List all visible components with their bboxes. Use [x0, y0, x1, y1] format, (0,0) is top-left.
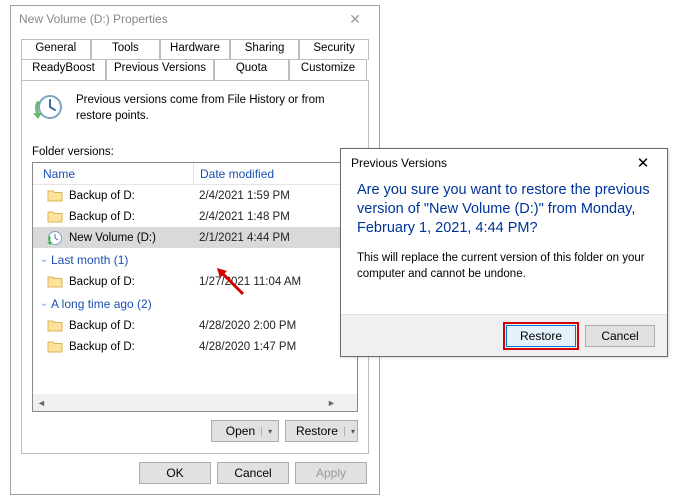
tab-security[interactable]: Security — [299, 39, 369, 60]
folder-versions-label: Folder versions: — [22, 128, 368, 162]
drive-history-icon — [47, 230, 63, 246]
folder-icon — [47, 318, 63, 334]
folder-icon — [47, 339, 63, 355]
confirm-dialog: Previous Versions ✕ Are you sure you wan… — [340, 148, 668, 357]
row-name: Backup of D: — [69, 320, 199, 332]
tab-content: Previous versions come from File History… — [21, 80, 369, 454]
tab-hardware[interactable]: Hardware — [160, 39, 230, 60]
column-name[interactable]: Name — [43, 167, 193, 181]
tab-readyboost[interactable]: ReadyBoost — [21, 59, 106, 80]
version-row[interactable]: Backup of D:2/4/2021 1:59 PM — [33, 185, 357, 206]
dialog-cancel-button[interactable]: Cancel — [585, 325, 655, 347]
group-header[interactable]: ⌄Last month (1) — [33, 248, 357, 271]
history-clock-icon — [32, 91, 64, 123]
open-button[interactable]: Open▾ — [211, 420, 279, 442]
close-icon[interactable]: ✕ — [335, 7, 375, 31]
tab-customize[interactable]: Customize — [289, 59, 367, 80]
row-name: Backup of D: — [69, 341, 199, 353]
row-date: 1/27/2021 11:04 AM — [199, 276, 301, 288]
dialog-main-text: Are you sure you want to restore the pre… — [357, 181, 653, 238]
tab-quota[interactable]: Quota — [214, 59, 289, 80]
version-row[interactable]: Backup of D:4/28/2020 1:47 PM — [33, 336, 357, 357]
dropdown-icon[interactable]: ▾ — [344, 427, 355, 436]
dialog-titlebar[interactable]: Previous Versions ✕ — [341, 149, 667, 177]
tab-tools[interactable]: Tools — [91, 39, 161, 60]
apply-button[interactable]: Apply — [295, 462, 367, 484]
row-name: Backup of D: — [69, 190, 199, 202]
window-title: New Volume (D:) Properties — [19, 12, 168, 26]
close-icon[interactable]: ✕ — [623, 151, 663, 175]
tabs: General Tools Hardware Sharing Security … — [11, 32, 379, 80]
chevron-down-icon: ⌄ — [37, 254, 51, 265]
version-row[interactable]: Backup of D:4/28/2020 2:00 PM — [33, 315, 357, 336]
group-header[interactable]: ⌄A long time ago (2) — [33, 292, 357, 315]
version-row[interactable]: Backup of D:1/27/2021 11:04 AM — [33, 271, 357, 292]
dialog-restore-button[interactable]: Restore — [506, 325, 576, 347]
cancel-button[interactable]: Cancel — [217, 462, 289, 484]
horizontal-scrollbar[interactable]: ◄ ► — [33, 394, 340, 411]
scroll-left-icon[interactable]: ◄ — [33, 394, 50, 411]
group-label: Last month (1) — [51, 253, 128, 267]
row-name: Backup of D: — [69, 211, 199, 223]
dialog-title: Previous Versions — [351, 156, 447, 170]
scroll-right-icon[interactable]: ► — [323, 394, 340, 411]
folder-icon — [47, 274, 63, 290]
chevron-down-icon: ⌄ — [37, 298, 51, 309]
restore-highlight: Restore — [503, 322, 579, 350]
version-row[interactable]: New Volume (D:)2/1/2021 4:44 PM — [33, 227, 357, 248]
row-date: 4/28/2020 1:47 PM — [199, 341, 296, 353]
row-date: 2/4/2021 1:59 PM — [199, 190, 290, 202]
tab-general[interactable]: General — [21, 39, 91, 60]
folder-icon — [47, 209, 63, 225]
row-date: 2/1/2021 4:44 PM — [199, 232, 290, 244]
tab-previous-versions[interactable]: Previous Versions — [106, 59, 214, 80]
dialog-sub-text: This will replace the current version of… — [357, 250, 653, 282]
column-date[interactable]: Date modified — [193, 163, 357, 184]
group-label: A long time ago (2) — [51, 297, 152, 311]
row-date: 2/4/2021 1:48 PM — [199, 211, 290, 223]
folder-icon — [47, 188, 63, 204]
properties-window: New Volume (D:) Properties ✕ General Too… — [10, 5, 380, 495]
versions-list: Name Date modified Backup of D:2/4/2021 … — [32, 162, 358, 412]
version-row[interactable]: Backup of D:2/4/2021 1:48 PM — [33, 206, 357, 227]
dropdown-icon[interactable]: ▾ — [261, 427, 272, 436]
tab-sharing[interactable]: Sharing — [230, 39, 300, 60]
row-name: Backup of D: — [69, 276, 199, 288]
info-text: Previous versions come from File History… — [76, 91, 358, 124]
titlebar[interactable]: New Volume (D:) Properties ✕ — [11, 6, 379, 32]
ok-button[interactable]: OK — [139, 462, 211, 484]
row-name: New Volume (D:) — [69, 232, 199, 244]
row-date: 4/28/2020 2:00 PM — [199, 320, 296, 332]
restore-button[interactable]: Restore▾ — [285, 420, 358, 442]
